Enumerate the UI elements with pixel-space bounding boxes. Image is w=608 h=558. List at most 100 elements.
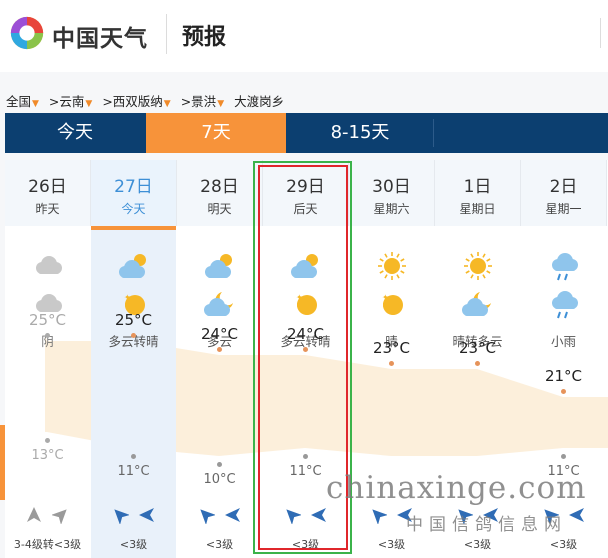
partly-cloudy-icon — [205, 254, 232, 278]
overcast-icon — [36, 256, 62, 274]
logo-icon[interactable] — [8, 14, 46, 52]
tab-8-15-days[interactable]: 8-15天 — [287, 113, 433, 153]
low-temp-dot — [131, 454, 136, 459]
today-indicator — [91, 226, 176, 230]
day-date: 1日 — [463, 177, 492, 197]
day-header: 1日星期日 — [435, 160, 521, 226]
high-temp-dot — [131, 333, 136, 338]
forecast-tabs: 今天 7天 8-15天 — [5, 113, 608, 153]
high-temperature: 24°C — [200, 325, 239, 343]
wind-arrow-icon — [27, 507, 41, 522]
day-label: 后天 — [293, 202, 318, 216]
high-temp-dot — [561, 389, 566, 394]
high-temp-dot — [217, 347, 222, 352]
high-temperature: 23°C — [458, 339, 497, 357]
high-temperature: 21°C — [544, 367, 583, 385]
breadcrumb: 全国▼ >云南▼ >西双版纳▼ >景洪▼ 大渡岗乡 — [6, 91, 290, 110]
rain-icon — [552, 253, 578, 281]
wind-arrow-icon — [139, 508, 154, 522]
chevron-down-icon[interactable]: ▼ — [32, 99, 39, 109]
wind-arrow-icon — [311, 508, 326, 522]
svg-text:✦: ✦ — [124, 293, 131, 302]
breadcrumb-item-town: 大渡岗乡 — [234, 94, 285, 109]
low-temperature: 10°C — [203, 472, 236, 487]
day-column[interactable]: 28日 明天 多云 24°C 10°C <3级 — [177, 160, 263, 558]
partly-cloudy-icon — [291, 254, 318, 278]
high-temperature: 24°C — [286, 325, 325, 343]
day-date: 27日 — [114, 177, 153, 197]
day-label: 明天 — [207, 202, 232, 216]
breadcrumb-item-province[interactable]: >云南▼ — [49, 94, 92, 109]
day-column[interactable]: 27日 今天 ✦ 多云转晴 25°C 11°C <3级 — [91, 160, 177, 558]
day-label: 星期一 — [545, 202, 582, 216]
low-temp-dot — [561, 454, 566, 459]
wind-level: <3级 — [377, 538, 406, 551]
tab-today[interactable]: 今天 — [5, 113, 145, 153]
site-header: 中国天气 预报 — [0, 0, 608, 72]
high-temp-dot — [45, 333, 50, 338]
high-temp-dot — [475, 361, 480, 366]
day-header: 29日 后天 — [263, 160, 349, 226]
day-label: 星期日 — [459, 202, 496, 216]
day-column[interactable]: 26日 昨天阴 25°C 13°C 3-4级转<3级 — [5, 160, 91, 558]
cloudy-night-icon — [462, 292, 491, 316]
high-temp-dot — [389, 361, 394, 366]
day-header: 2日星期一 — [521, 160, 607, 226]
partly-cloudy-icon — [119, 254, 146, 278]
wind-level: 3-4级转<3级 — [13, 538, 82, 551]
tab-7-days[interactable]: 7天 — [146, 113, 286, 153]
brand-name[interactable]: 中国天气 — [52, 19, 148, 53]
sunny-icon — [464, 252, 492, 280]
section-title: 预报 — [182, 25, 227, 50]
low-temp-dot — [45, 438, 50, 443]
rain-icon — [552, 291, 578, 319]
low-temperature: 11°C — [117, 464, 150, 479]
day-date: 28日 — [200, 177, 239, 197]
breadcrumb-item-country[interactable]: 全国▼ — [6, 94, 39, 109]
wind-arrow-icon — [52, 509, 67, 524]
wind-arrow-icon — [372, 509, 387, 524]
watermark-subtext: 中国信鸽信息网 — [406, 515, 567, 535]
wind-level: <3级 — [549, 538, 578, 551]
wind-level: <3级 — [291, 538, 320, 551]
day-date: 30日 — [372, 177, 411, 197]
weather-condition: 小雨 — [550, 334, 576, 349]
wind-arrow-icon — [569, 508, 584, 522]
low-temperature: 13°C — [31, 448, 64, 463]
high-temp-dot — [303, 347, 308, 352]
wind-direction — [177, 506, 262, 526]
day-header: 27日今天 — [91, 160, 177, 226]
clear-night-icon: ✦ — [382, 293, 403, 315]
chevron-down-icon[interactable]: ▼ — [217, 99, 224, 109]
day-header: 30日星期六 — [349, 160, 435, 226]
day-label: 昨天 — [35, 202, 60, 216]
breadcrumb-item-city[interactable]: >景洪▼ — [181, 94, 224, 109]
header-right-edge — [600, 18, 608, 48]
wind-arrow-icon — [286, 509, 301, 524]
day-label: 今天 — [121, 202, 146, 216]
wind-level: <3级 — [119, 538, 148, 551]
watermark: chinaxinge.com — [326, 470, 587, 506]
chevron-down-icon[interactable]: ▼ — [85, 99, 92, 109]
day-date: 2日 — [549, 177, 578, 197]
day-label: 星期六 — [373, 202, 410, 216]
day-header: 26日 昨天 — [5, 160, 91, 226]
day-header: 28日明天 — [177, 160, 263, 226]
svg-text:✦: ✦ — [382, 293, 389, 302]
chevron-down-icon[interactable]: ▼ — [164, 99, 171, 109]
wind-level: <3级 — [463, 538, 492, 551]
wind-arrow-icon — [200, 509, 215, 524]
high-temperature: 23°C — [372, 339, 411, 357]
wind-direction — [263, 506, 348, 526]
high-temperature: 25°C — [28, 311, 67, 329]
wind-level: <3级 — [205, 538, 234, 551]
high-temperature: 25°C — [114, 311, 153, 329]
tab-divider — [433, 119, 434, 147]
breadcrumb-item-prefecture[interactable]: >西双版纳▼ — [102, 94, 170, 109]
wind-direction — [5, 506, 90, 526]
low-temp-dot — [303, 454, 308, 459]
sunny-icon — [378, 252, 406, 280]
header-divider — [166, 14, 167, 54]
low-temp-dot — [217, 462, 222, 467]
cloudy-night-icon — [204, 292, 233, 316]
